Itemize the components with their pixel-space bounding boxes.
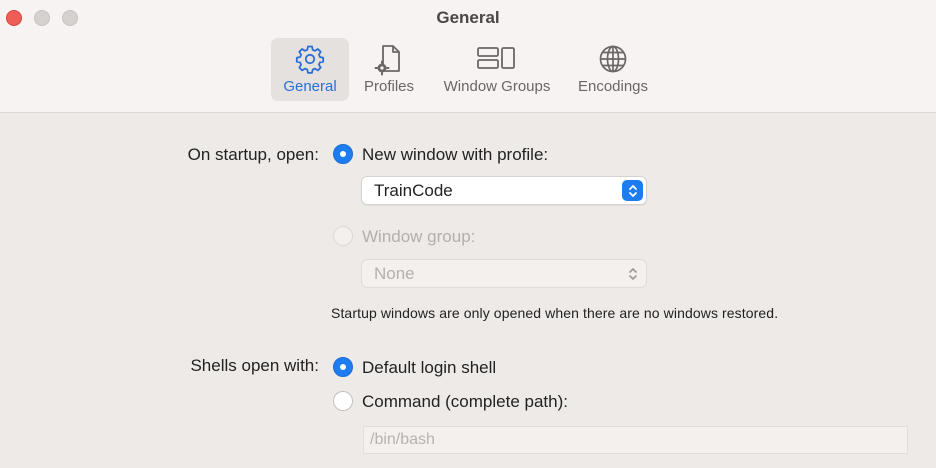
command-path-radio[interactable] bbox=[333, 391, 353, 411]
window-toolbar: General General Profiles Window Groups E… bbox=[0, 0, 936, 113]
command-path-input[interactable] bbox=[364, 427, 907, 453]
tab-encodings-label: Encodings bbox=[577, 78, 649, 95]
profile-popup[interactable]: TrainCode bbox=[361, 176, 647, 205]
window-group-radio[interactable] bbox=[333, 226, 353, 246]
window-group-label: Window group: bbox=[362, 227, 476, 246]
tab-encodings[interactable]: Encodings bbox=[568, 38, 658, 101]
tab-profiles[interactable]: Profiles bbox=[355, 38, 423, 101]
window-group-popup[interactable]: None bbox=[361, 259, 647, 288]
preferences-window: General General Profiles Window Groups E… bbox=[0, 0, 936, 468]
tab-general[interactable]: General bbox=[271, 38, 349, 101]
new-window-profile-radio[interactable] bbox=[333, 144, 353, 164]
default-login-shell-label: Default login shell bbox=[362, 358, 497, 377]
chevron-updown-icon bbox=[622, 180, 643, 201]
tab-profiles-label: Profiles bbox=[363, 78, 415, 95]
profile-popup-value: TrainCode bbox=[374, 181, 453, 200]
window-group-popup-value: None bbox=[374, 264, 415, 283]
default-login-shell-radio[interactable] bbox=[333, 357, 353, 377]
command-path-field[interactable] bbox=[363, 426, 908, 454]
tab-window-groups-label: Window Groups bbox=[443, 78, 551, 95]
new-window-profile-label: New window with profile: bbox=[362, 145, 549, 164]
window-title: General bbox=[436, 8, 500, 27]
profile-document-icon bbox=[372, 42, 406, 76]
shells-label: Shells open with: bbox=[190, 356, 319, 375]
startup-note: Startup windows are only opened when the… bbox=[331, 305, 779, 321]
globe-icon bbox=[597, 42, 629, 76]
tab-general-label: General bbox=[283, 78, 337, 95]
chevron-updown-icon bbox=[622, 263, 643, 284]
tab-window-groups[interactable]: Window Groups bbox=[434, 38, 560, 101]
window-groups-icon bbox=[475, 42, 519, 76]
startup-label: On startup, open: bbox=[187, 145, 319, 164]
gear-icon bbox=[295, 42, 325, 76]
command-path-label: Command (complete path): bbox=[362, 392, 568, 411]
